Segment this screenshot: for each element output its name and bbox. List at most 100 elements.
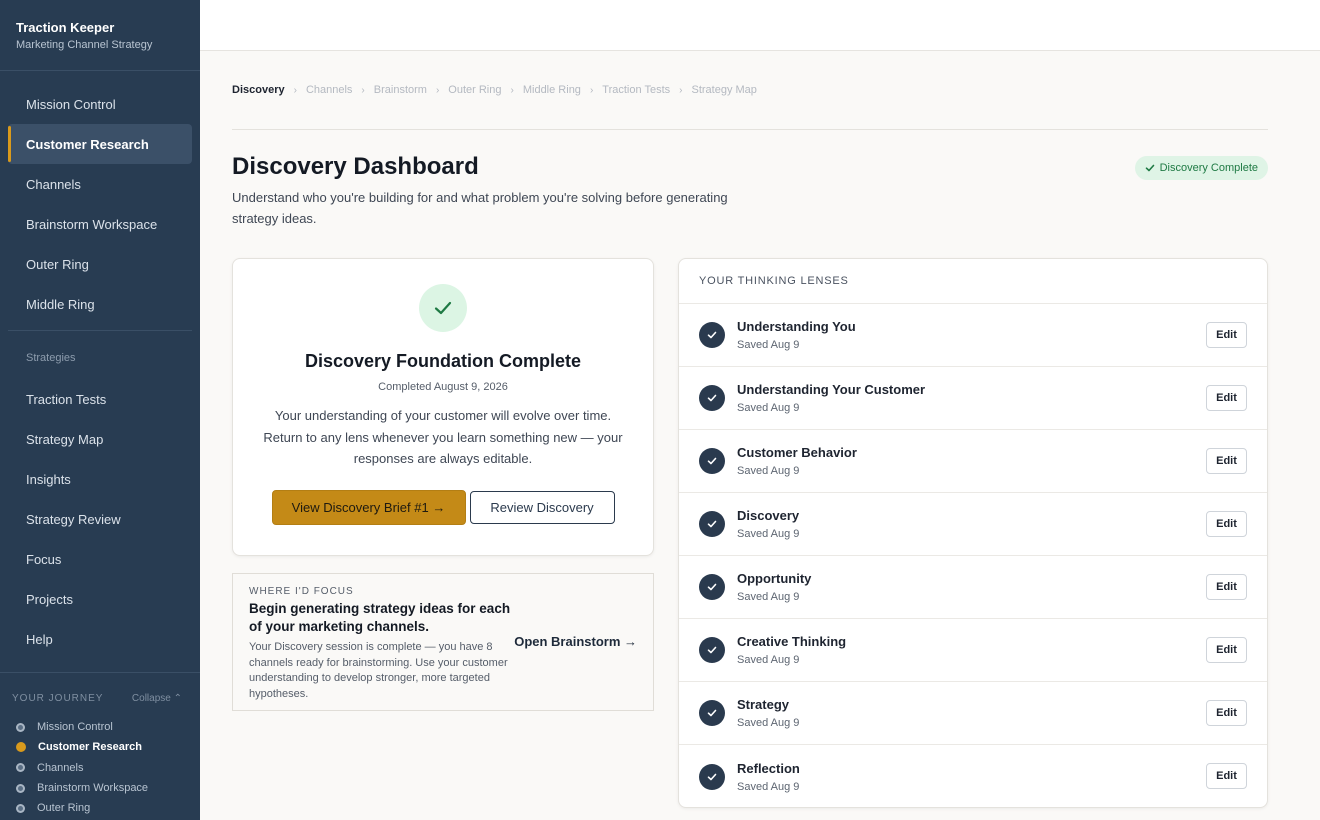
check-icon [699,511,725,537]
edit-lens-button[interactable]: Edit [1206,385,1247,411]
journey-item[interactable]: Brainstorm Workspace [12,778,188,798]
edit-lens-button[interactable]: Edit [1206,763,1247,789]
sidebar-item-strategy-review[interactable]: Strategy Review [8,499,192,539]
sidebar-item-brainstorm-workspace[interactable]: Brainstorm Workspace [8,204,192,244]
status-badge-label: Discovery Complete [1159,162,1258,174]
journey-done-icon [16,783,25,793]
sidebar-item-projects[interactable]: Projects [8,579,192,619]
lens-row: Creative Thinking Saved Aug 9 Edit [679,619,1267,682]
page-subtitle: Understand who you're building for and w… [232,190,728,226]
journey-item[interactable]: Channels [12,758,188,778]
check-icon [699,448,725,474]
breadcrumb-outer-ring[interactable]: Outer Ring [448,84,501,96]
completion-body: Your understanding of your customer will… [263,408,623,466]
sidebar-item-traction-tests[interactable]: Traction Tests [8,379,192,419]
lens-row: Opportunity Saved Aug 9 Edit [679,556,1267,619]
breadcrumb-middle-ring[interactable]: Middle Ring [523,84,581,96]
journey-done-icon [16,763,25,773]
check-icon [699,700,725,726]
lens-saved-date: Saved Aug 9 [737,402,800,414]
breadcrumb-traction-tests[interactable]: Traction Tests [602,84,670,96]
journey-item-label: Brainstorm Workspace [37,782,149,795]
journey-item[interactable]: Outer Ring [12,798,188,818]
lens-row: Strategy Saved Aug 9 Edit [679,682,1267,745]
breadcrumb-separator: › [293,84,297,96]
thinking-lenses-panel: YOUR THINKING LENSES Understanding You Sa… [678,258,1268,808]
journey-done-icon [16,722,25,732]
focus-recommendation: WHERE I'D FOCUS Begin generating strateg… [232,573,654,711]
sidebar-item-customer-research[interactable]: Customer Research [8,124,192,164]
lens-name: Understanding You [737,319,856,334]
view-discovery-brief-button[interactable]: View Discovery Brief #1 → [271,489,466,525]
sidebar-item-strategy-map[interactable]: Strategy Map [8,419,192,459]
check-icon [699,574,725,600]
lens-name: Opportunity [737,571,812,586]
journey-item[interactable]: Mission Control [12,717,188,737]
lenses-heading: YOUR THINKING LENSES [679,259,1267,304]
lens-name: Reflection [737,760,800,776]
status-badge: Discovery Complete [1134,156,1268,180]
app-subtitle: Marketing Channel Strategy [16,39,153,51]
sidebar-item-middle-ring[interactable]: Middle Ring [8,284,192,324]
breadcrumb-separator: › [589,84,594,96]
top-bar [200,0,1320,51]
journey-current-icon [16,742,26,753]
lens-row: Discovery Saved Aug 9 Edit [679,493,1267,556]
open-brainstorm-link[interactable]: Open Brainstorm → [514,634,637,649]
journey-item-current[interactable]: Customer Research [12,737,188,757]
lens-name: Understanding Your Customer [737,382,926,397]
sidebar-section-label: Strategies [26,352,76,364]
page-header: Discovery Dashboard Understand who you'r… [232,153,1268,229]
breadcrumb-separator: › [435,84,440,96]
lens-row: Understanding You Saved Aug 9 Edit [679,304,1267,367]
sidebar-item-help[interactable]: Help [8,619,192,659]
lens-saved-date: Saved Aug 9 [737,339,800,351]
check-icon [699,385,725,411]
journey-item-label: Customer Research [38,741,142,754]
edit-lens-button[interactable]: Edit [1206,574,1247,600]
journey-collapse-button[interactable]: Collapse ⌃ [132,693,188,704]
lens-name: Creative Thinking [737,634,847,649]
review-discovery-button[interactable]: Review Discovery [469,490,615,524]
lens-row: Customer Behavior Saved Aug 9 Edit [679,430,1267,493]
app-title: Traction Keeper [16,20,115,35]
brand: Traction Keeper Marketing Channel Strate… [0,0,200,71]
lens-name: Strategy [737,697,790,712]
edit-lens-button[interactable]: Edit [1206,322,1247,348]
breadcrumb-separator: › [361,84,365,96]
breadcrumb-discovery[interactable]: Discovery [232,84,285,96]
journey-item-label: Mission Control [37,721,113,734]
sidebar-divider [8,330,192,331]
journey-done-icon [16,803,25,813]
lens-saved-date: Saved Aug 9 [737,780,800,793]
page-title: Discovery Dashboard [232,153,479,180]
focus-body: Your Discovery session is complete — you… [249,641,508,700]
completion-actions: View Discovery Brief #1 → Review Discove… [233,489,653,525]
sidebar-item-insights[interactable]: Insights [8,459,192,499]
main-content: Discovery › Channels › Brainstorm › Oute… [232,51,1268,808]
completion-card: Discovery Foundation Complete Completed … [232,258,654,556]
journey-title: YOUR JOURNEY [12,692,104,704]
lens-saved-date: Saved Aug 9 [737,654,800,666]
sidebar-item-outer-ring[interactable]: Outer Ring [8,244,192,284]
sidebar-item-channels[interactable]: Channels [8,164,192,204]
edit-lens-button[interactable]: Edit [1206,637,1247,663]
lens-saved-date: Saved Aug 9 [737,465,800,477]
sidebar-item-mission-control[interactable]: Mission Control [8,84,192,124]
edit-lens-button[interactable]: Edit [1206,448,1247,474]
focus-label: WHERE I'D FOCUS [249,586,354,597]
sidebar-item-focus[interactable]: Focus [8,539,192,579]
journey-item-label: Channels [37,761,84,774]
breadcrumb-brainstorm[interactable]: Brainstorm [374,84,427,96]
edit-lens-button[interactable]: Edit [1206,700,1247,726]
edit-lens-button[interactable]: Edit [1206,511,1247,537]
lens-row: Reflection Saved Aug 9 Edit [679,745,1267,807]
breadcrumb-separator: › [679,84,683,96]
breadcrumb-strategy-map[interactable]: Strategy Map [691,84,756,96]
breadcrumb-channels[interactable]: Channels [306,84,352,96]
focus-title: Begin generating strategy ideas for each… [249,601,511,634]
sidebar-nav: Mission Control Customer Research Channe… [0,71,200,659]
lens-saved-date: Saved Aug 9 [737,528,800,540]
lens-saved-date: Saved Aug 9 [737,591,800,603]
breadcrumb-separator: › [510,84,514,96]
